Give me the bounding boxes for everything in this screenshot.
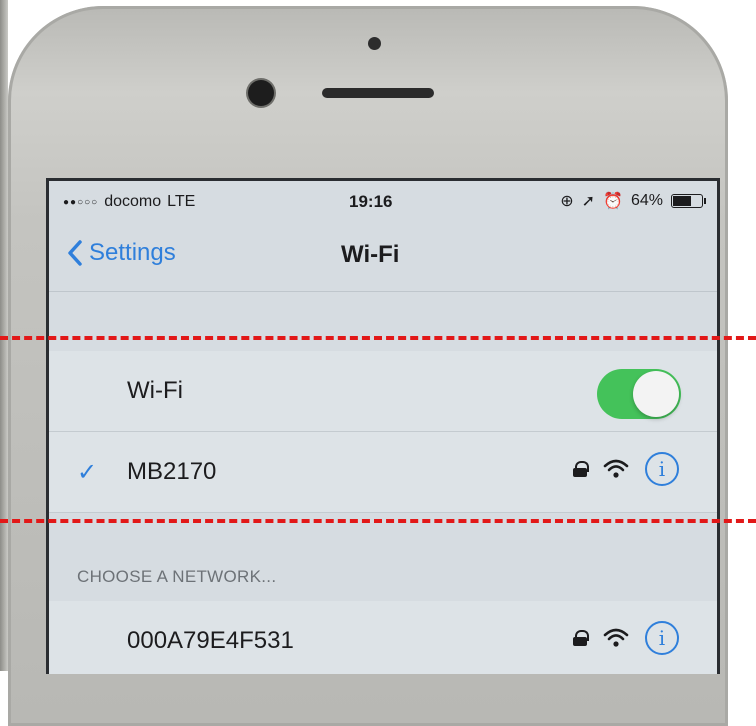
status-icons: ⊕ ➚ ⏰ 64% <box>560 191 706 211</box>
lock-icon <box>573 461 589 477</box>
network-row[interactable]: 000A79E4F531 i <box>49 601 717 674</box>
wifi-toggle-switch[interactable] <box>597 369 681 419</box>
chevron-left-icon <box>68 240 82 266</box>
wifi-toggle-label: Wi-Fi <box>127 377 183 404</box>
back-label: Settings <box>89 239 176 266</box>
phone-screen: ●●○○○ docomo LTE 19:16 ⊕ ➚ ⏰ 64% Setting… <box>46 178 720 674</box>
checkmark-icon: ✓ <box>77 459 98 486</box>
highlight-dashed-line-bottom <box>0 519 756 523</box>
battery-percentage: 64% <box>630 192 663 209</box>
clock: 19:16 <box>349 192 393 211</box>
info-icon[interactable]: i <box>645 621 679 655</box>
wifi-signal-icon <box>603 628 629 647</box>
battery-fill <box>673 196 691 206</box>
status-bar: ●●○○○ docomo LTE 19:16 ⊕ ➚ ⏰ 64% <box>49 181 717 221</box>
carrier-info: ●●○○○ docomo LTE <box>63 193 195 211</box>
rotation-lock-icon: ⊕ <box>560 193 574 210</box>
proximity-sensor <box>368 37 381 50</box>
wifi-toggle-row: Wi-Fi <box>49 351 717 432</box>
info-icon[interactable]: i <box>645 452 679 486</box>
section-header: CHOOSE A NETWORK... <box>49 551 717 601</box>
toggle-knob <box>633 371 679 417</box>
section-header-label: CHOOSE A NETWORK... <box>77 567 277 586</box>
signal-strength-icon: ●●○○○ <box>63 196 99 208</box>
network-status-icons: i <box>573 452 679 486</box>
earpiece-speaker <box>322 88 434 98</box>
battery-icon <box>671 194 706 208</box>
navigation-bar: Settings Wi-Fi <box>49 221 717 292</box>
wifi-signal-icon <box>603 459 629 478</box>
alarm-icon: ⏰ <box>603 193 623 210</box>
network-type: LTE <box>167 193 196 210</box>
network-status-icons: i <box>573 621 679 655</box>
carrier-name: docomo <box>104 193 162 210</box>
page-title: Wi-Fi <box>341 241 400 268</box>
front-camera <box>248 80 274 106</box>
location-icon: ➚ <box>581 193 596 210</box>
highlight-dashed-line-top <box>0 336 756 340</box>
connected-network-name: MB2170 <box>127 458 217 485</box>
lock-icon <box>573 630 589 646</box>
connected-network-row[interactable]: ✓ MB2170 i <box>49 432 717 513</box>
back-button[interactable]: Settings <box>67 239 176 267</box>
network-name: 000A79E4F531 <box>127 627 294 654</box>
